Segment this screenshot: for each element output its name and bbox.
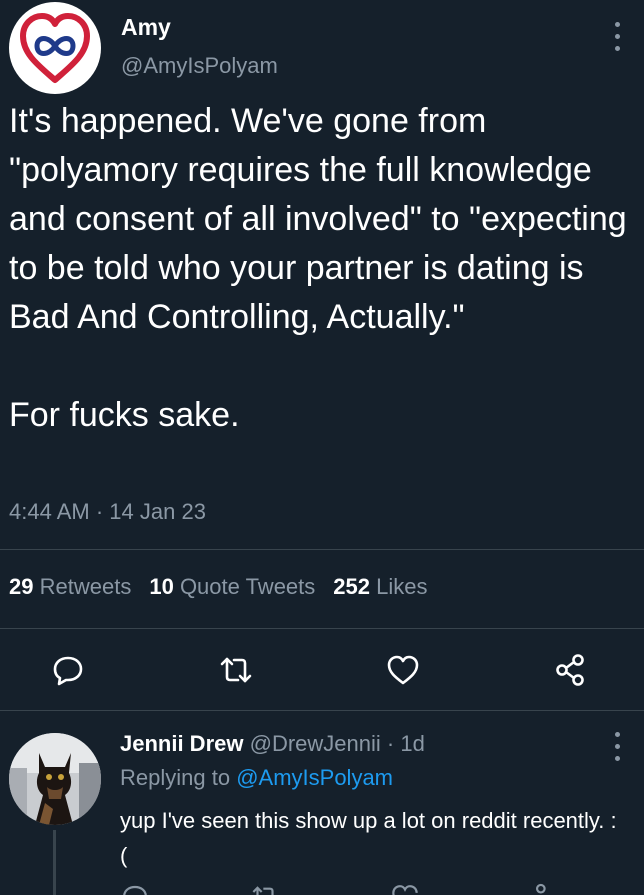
retweets-stat[interactable]: 29 Retweets [9, 574, 131, 599]
more-vertical-icon[interactable] [610, 18, 624, 58]
tweet-text: It's happened. We've gone from "polyamor… [9, 102, 627, 434]
author-name[interactable]: Amy [121, 14, 171, 41]
cat-avatar-image [9, 733, 101, 825]
share-icon[interactable] [520, 882, 550, 895]
quote-tweets-stat[interactable]: 10 Quote Tweets [149, 574, 315, 599]
tweet-timestamp[interactable]: 4:44 AM · 14 Jan 23 [9, 499, 206, 525]
likes-stat[interactable]: 252 Likes [333, 574, 427, 599]
heart-icon[interactable] [385, 652, 421, 688]
heart-icon[interactable] [390, 882, 420, 895]
reply-action-bar [120, 880, 620, 895]
retweet-icon[interactable] [218, 652, 254, 688]
share-icon[interactable] [553, 652, 589, 688]
tweet-date: 14 Jan 23 [109, 499, 206, 524]
polyamory-heart-logo [20, 13, 90, 83]
author-handle[interactable]: @AmyIsPolyam [121, 53, 278, 79]
reply-age[interactable]: 1d [400, 731, 424, 756]
reply-header: Jennii Drew @DrewJennii · 1d [120, 731, 425, 757]
replying-to-handle[interactable]: @AmyIsPolyam [236, 765, 393, 790]
divider [0, 549, 644, 550]
meta-separator: · [95, 499, 110, 524]
comment-icon[interactable] [50, 652, 86, 688]
meta-separator: · [386, 731, 401, 756]
replying-to: Replying to @AmyIsPolyam [120, 765, 393, 791]
retweet-icon[interactable] [250, 882, 280, 895]
more-vertical-icon[interactable] [610, 728, 624, 768]
divider [0, 628, 644, 629]
divider [0, 710, 644, 711]
reply-text: yup I've seen this show up a lot on redd… [120, 808, 617, 868]
tweet-time: 4:44 AM [9, 499, 90, 524]
tweet-stats: 29 Retweets 10 Quote Tweets 252 Likes [9, 574, 427, 600]
replying-to-label: Replying to [120, 765, 231, 790]
author-avatar[interactable] [9, 2, 101, 94]
reply-author-name[interactable]: Jennii Drew [120, 731, 243, 756]
comment-icon[interactable] [120, 882, 150, 895]
thread-line [53, 830, 56, 895]
reply-author-handle[interactable]: @DrewJennii [250, 731, 381, 756]
reply-author-avatar[interactable] [9, 733, 101, 825]
